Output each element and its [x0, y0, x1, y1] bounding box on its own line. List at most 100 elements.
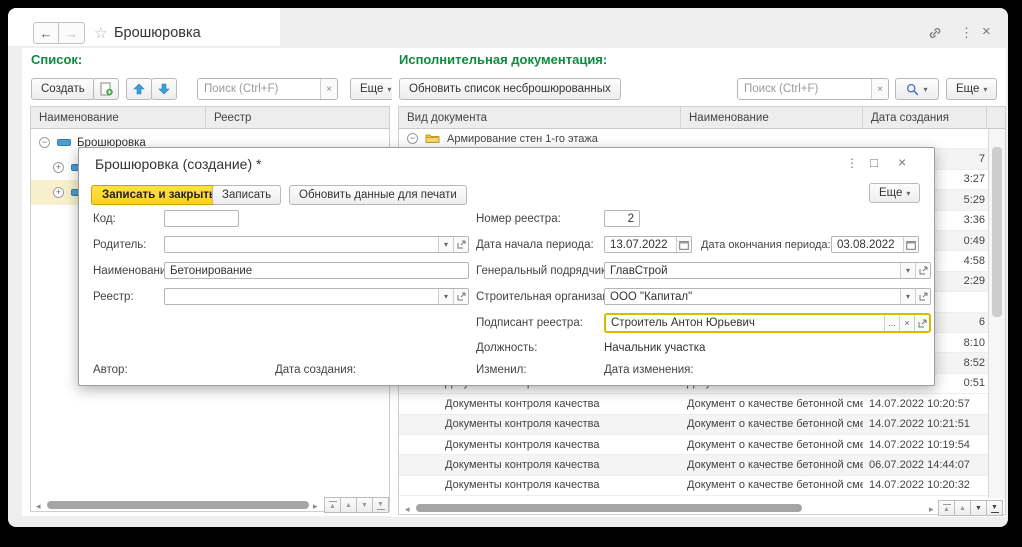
code-field: [164, 210, 239, 227]
doc-name-cell: Документ о качестве бетонной сме...: [687, 435, 863, 454]
go-prev-button[interactable]: ▲: [340, 497, 357, 513]
doc-type-cell: Документы контроля качества: [445, 415, 675, 434]
name-field: [164, 262, 469, 279]
column-header-created[interactable]: Дата создания: [863, 107, 987, 128]
more-menu-icon[interactable]: ⋮: [960, 25, 973, 41]
code-input[interactable]: [165, 211, 238, 226]
expand-toggle-icon[interactable]: +: [53, 162, 64, 173]
list-hscroll-thumb[interactable]: [47, 501, 309, 509]
open-icon[interactable]: [914, 315, 929, 331]
open-icon[interactable]: [453, 289, 468, 304]
dropdown-icon[interactable]: ▾: [438, 237, 453, 252]
scroll-left-icon[interactable]: ◂: [36, 501, 41, 512]
move-down-button[interactable]: [151, 78, 177, 100]
dropdown-icon[interactable]: ▾: [900, 289, 915, 304]
docs-vscrollbar[interactable]: [988, 129, 1005, 498]
docs-nav-buttons: ▲ ▲ ▼ ▼: [939, 500, 1003, 516]
doc-row[interactable]: Документы контроля качества Документ о к…: [399, 455, 989, 475]
go-last-button[interactable]: ▼: [986, 500, 1003, 516]
choose-ellipsis-button[interactable]: ...: [884, 315, 899, 331]
go-next-button[interactable]: ▼: [970, 500, 987, 516]
doc-type-cell: Документы контроля качества: [445, 476, 675, 495]
docs-vscroll-thumb[interactable]: [992, 147, 1002, 317]
period-end-label: Дата окончания периода:: [701, 239, 831, 251]
created-date-cell: 06.07.2022 14:44:07: [869, 455, 989, 474]
docs-hscrollbar[interactable]: ◂ ▸: [401, 501, 937, 516]
create-button[interactable]: Создать: [31, 78, 95, 100]
list-hscrollbar[interactable]: ◂ ▸: [31, 498, 321, 513]
forward-button[interactable]: →: [59, 22, 85, 44]
period-start-input[interactable]: [605, 237, 676, 252]
back-button[interactable]: ←: [33, 22, 59, 44]
go-prev-button[interactable]: ▲: [954, 500, 971, 516]
doc-row[interactable]: Документы контроля качества Документ о к…: [399, 476, 989, 496]
go-first-button[interactable]: ▲: [938, 500, 955, 516]
column-header-name[interactable]: Наименование: [681, 107, 863, 128]
go-first-button[interactable]: ▲: [324, 497, 341, 513]
refresh-print-data-button[interactable]: Обновить данные для печати: [289, 185, 467, 205]
registry-number-input[interactable]: [605, 211, 639, 226]
back-arrow-icon: ←: [40, 26, 53, 41]
dialog-menu-icon[interactable]: ⋮: [846, 156, 858, 170]
open-icon[interactable]: [915, 263, 930, 278]
column-header-name[interactable]: Наименование: [31, 107, 206, 128]
column-header-registry[interactable]: Реестр: [206, 107, 389, 128]
copy-link-icon[interactable]: [928, 26, 942, 40]
go-last-button[interactable]: ▼: [372, 497, 389, 513]
clear-search-icon[interactable]: ×: [871, 79, 888, 99]
doc-row[interactable]: Документы контроля качества Документ о к…: [399, 415, 989, 435]
registry-signer-input[interactable]: [606, 315, 884, 331]
create-group-button[interactable]: [93, 78, 119, 100]
period-end-field: [831, 236, 919, 253]
folder-icon: [425, 133, 440, 144]
go-next-button[interactable]: ▼: [356, 497, 373, 513]
modified-label: Дата изменения:: [604, 364, 694, 376]
calendar-icon[interactable]: [676, 237, 691, 252]
doc-row[interactable]: Документы контроля качества Документ о к…: [399, 394, 989, 414]
close-window-icon[interactable]: ×: [982, 23, 991, 40]
dialog-more-button[interactable]: Еще▾: [869, 183, 920, 203]
chevron-down-icon: ▾: [923, 85, 927, 94]
name-input[interactable]: [165, 263, 468, 278]
history-nav: ← →: [33, 22, 85, 44]
save-button[interactable]: Записать: [212, 185, 281, 205]
search-options-button[interactable]: ▾: [895, 78, 939, 100]
doc-type-cell: Документы контроля качества: [445, 455, 675, 474]
created-date-cell: 14.07.2022 10:19:54: [869, 435, 989, 454]
scroll-right-icon[interactable]: ▸: [313, 501, 318, 512]
refresh-unbound-button[interactable]: Обновить список несброшюрованных: [399, 78, 621, 100]
down-arrow-icon: [158, 83, 170, 95]
collapse-toggle-icon[interactable]: −: [39, 137, 50, 148]
collapse-toggle-icon[interactable]: −: [407, 133, 418, 144]
move-up-button[interactable]: [126, 78, 152, 100]
registry-input[interactable]: [165, 289, 438, 304]
save-and-close-button[interactable]: Записать и закрыть: [91, 185, 227, 205]
magnifier-icon: [906, 83, 919, 96]
dialog-close-icon[interactable]: ×: [898, 154, 906, 170]
parent-input[interactable]: [165, 237, 438, 252]
list-search-input[interactable]: [198, 79, 320, 99]
docs-search-input[interactable]: [738, 79, 871, 99]
doc-name-cell: Документ о качестве бетонной сме...: [687, 476, 863, 495]
dropdown-icon[interactable]: ▾: [900, 263, 915, 278]
calendar-icon[interactable]: [903, 237, 918, 252]
general-contractor-input[interactable]: [605, 263, 900, 278]
code-label: Код:: [93, 213, 116, 225]
favorite-star-icon[interactable]: ☆: [94, 24, 107, 42]
dialog-maximize-icon[interactable]: □: [870, 155, 878, 170]
docs-hscroll-thumb[interactable]: [416, 504, 802, 512]
doc-name-cell: Документ о качестве бетонной сме...: [687, 455, 863, 474]
period-end-input[interactable]: [832, 237, 903, 252]
doc-row[interactable]: Документы контроля качества Документ о к…: [399, 435, 989, 455]
open-icon[interactable]: [915, 289, 930, 304]
clear-value-icon[interactable]: ×: [899, 315, 914, 331]
scroll-right-icon[interactable]: ▸: [929, 504, 934, 515]
dropdown-icon[interactable]: ▾: [438, 289, 453, 304]
docs-more-button[interactable]: Еще▾: [946, 78, 997, 100]
construction-org-input[interactable]: [605, 289, 900, 304]
clear-search-icon[interactable]: ×: [320, 79, 337, 99]
column-header-doc-type[interactable]: Вид документа: [399, 107, 681, 128]
open-icon[interactable]: [453, 237, 468, 252]
expand-toggle-icon[interactable]: +: [53, 187, 64, 198]
scroll-left-icon[interactable]: ◂: [405, 504, 410, 515]
